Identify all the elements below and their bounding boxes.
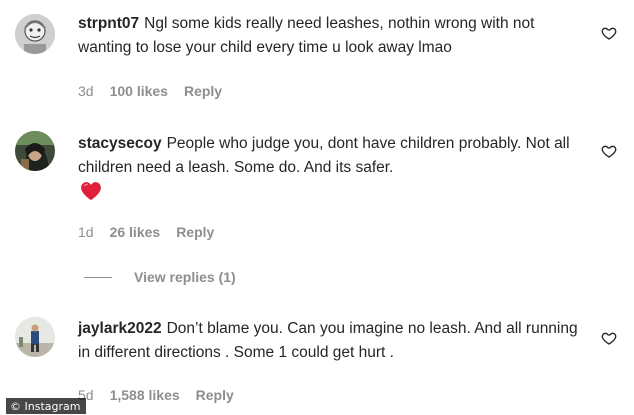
reply-button[interactable]: Reply: [196, 387, 234, 403]
comment-meta: 1d 26 likes Reply: [78, 222, 214, 242]
comment-likes[interactable]: 26 likes: [110, 224, 161, 240]
comment-text: jaylark2022 Don’t blame you. Can you imag…: [78, 317, 578, 365]
comment-text: stacysecoy People who judge you, dont hav…: [78, 132, 578, 180]
reply-button[interactable]: Reply: [184, 83, 222, 99]
red-heart-emoji: [80, 181, 102, 201]
comment-meta: 5d 1,588 likes Reply: [78, 385, 234, 405]
comment-text: strpnt07 Ngl some kids really need leashe…: [78, 12, 578, 60]
reply-button[interactable]: Reply: [176, 224, 214, 240]
comment-likes[interactable]: 100 likes: [110, 83, 168, 99]
comment-strpnt07: strpnt07 Ngl some kids really need leashe…: [0, 0, 634, 110]
comment-username[interactable]: strpnt07: [78, 15, 139, 32]
comment-body: Ngl some kids really need leashes, nothi…: [78, 15, 535, 56]
comment-time: 3d: [78, 83, 94, 99]
avatar[interactable]: [15, 131, 55, 171]
avatar[interactable]: [15, 317, 55, 357]
avatar[interactable]: [15, 14, 55, 54]
heart-outline-icon[interactable]: [601, 25, 617, 41]
heart-outline-icon[interactable]: [601, 330, 617, 346]
instagram-watermark: © Instagram: [6, 398, 87, 414]
comment-username[interactable]: stacysecoy: [78, 135, 162, 152]
watermark-text: © Instagram: [10, 399, 81, 413]
comment-likes[interactable]: 1,588 likes: [110, 387, 180, 403]
comment-jaylark2022: jaylark2022 Don’t blame you. Can you imag…: [0, 300, 634, 415]
comment-time: 1d: [78, 224, 94, 240]
divider-line: [84, 276, 112, 278]
view-replies-label: View replies (1): [134, 269, 236, 285]
view-replies-button[interactable]: View replies (1): [84, 268, 236, 286]
comment-meta: 3d 100 likes Reply: [78, 81, 222, 101]
heart-outline-icon[interactable]: [601, 143, 617, 159]
comment-username[interactable]: jaylark2022: [78, 320, 162, 337]
comment-stacysecoy: stacysecoy People who judge you, dont hav…: [0, 110, 634, 290]
